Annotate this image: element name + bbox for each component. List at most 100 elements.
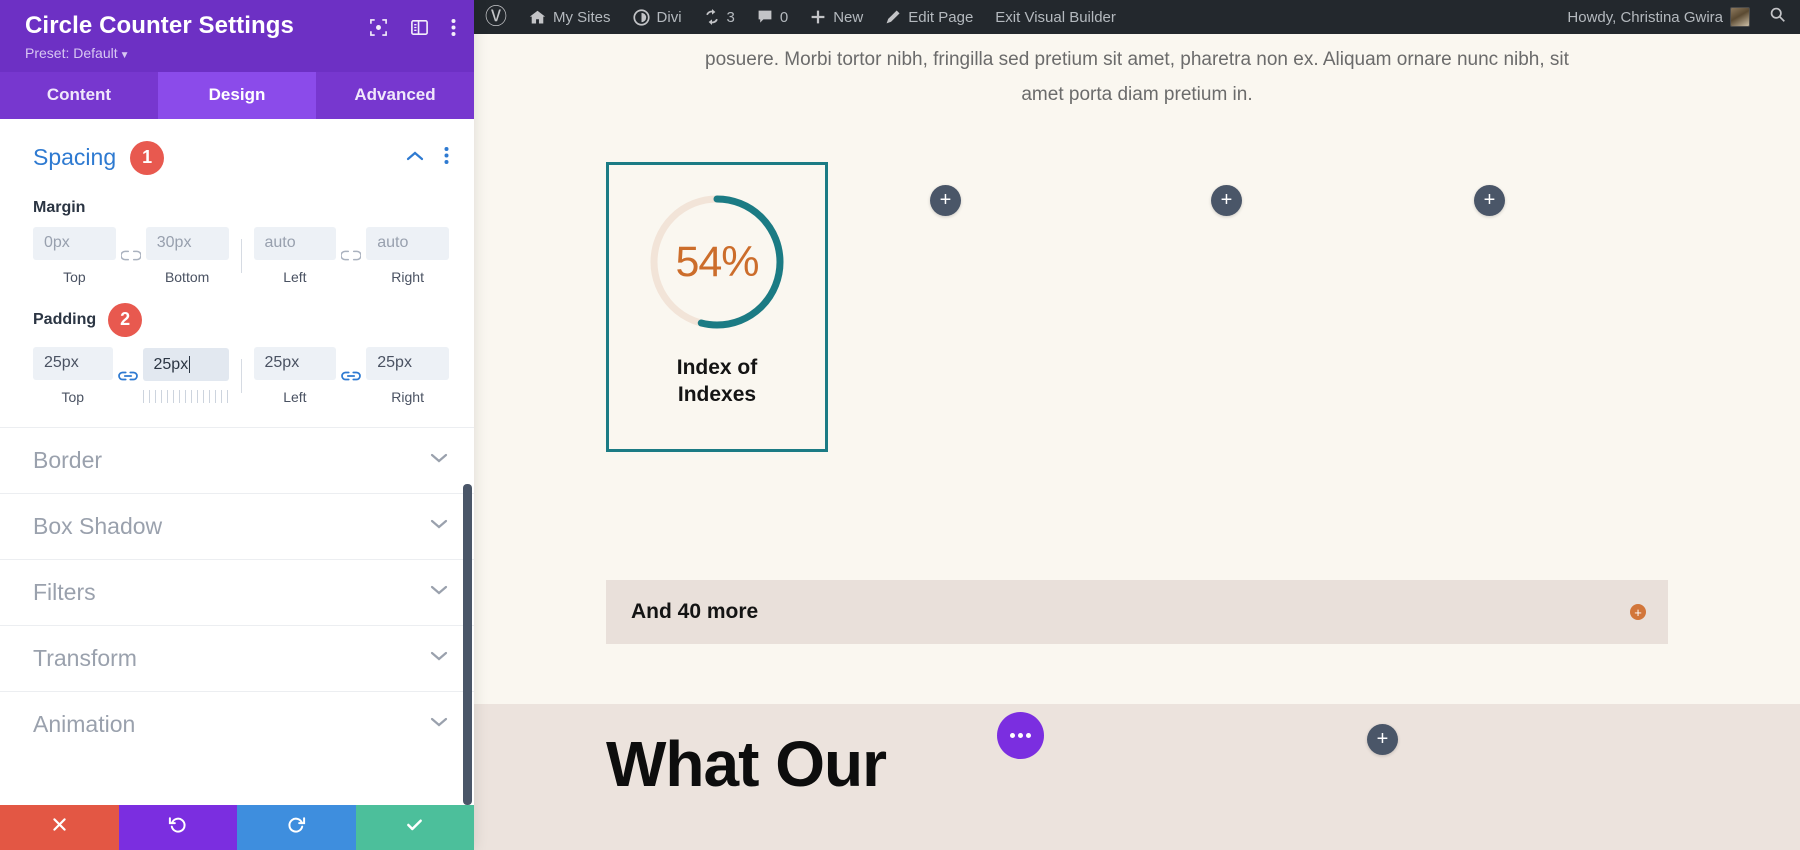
plus-icon: +	[1377, 729, 1389, 749]
save-button[interactable]	[356, 805, 475, 850]
chevron-down-icon: ▼	[120, 50, 130, 61]
and-more-plus-icon[interactable]: +	[1630, 604, 1646, 620]
add-module-button-2[interactable]: +	[1211, 185, 1242, 216]
add-module-button-3[interactable]: +	[1474, 185, 1505, 216]
adminbar-my-sites-label: My Sites	[553, 9, 611, 26]
undo-icon	[168, 815, 187, 840]
and-more-bar[interactable]: And 40 more +	[606, 580, 1668, 644]
spacing-section-header[interactable]: Spacing 1	[0, 119, 474, 185]
margin-top-label: Top	[63, 269, 86, 285]
adminbar-divi-label: Divi	[657, 9, 682, 26]
lower-section: What Our +	[474, 704, 1800, 850]
padding-left-label: Left	[283, 389, 306, 405]
tab-content[interactable]: Content	[0, 72, 158, 119]
section-box-shadow[interactable]: Box Shadow	[0, 493, 474, 559]
margin-left-right-link-broken-icon[interactable]	[336, 249, 366, 262]
adminbar-search-button[interactable]	[1761, 0, 1800, 34]
module-options-dots-button[interactable]	[997, 712, 1044, 759]
search-icon	[1769, 6, 1786, 28]
margin-top-input[interactable]: 0px	[33, 227, 116, 260]
module-settings-panel: Circle Counter Settings	[0, 0, 474, 850]
chevron-up-icon[interactable]	[405, 149, 425, 167]
adminbar-new[interactable]: New	[799, 0, 874, 34]
padding-left-input[interactable]: 25px	[254, 347, 337, 380]
panel-scrollbar[interactable]	[463, 484, 472, 805]
screen-root: posuere. Morbi tortor nibh, fringilla se…	[0, 0, 1800, 850]
more-vertical-icon[interactable]	[451, 18, 456, 37]
margin-bottom-input[interactable]: 30px	[146, 227, 229, 260]
margin-top-cell: 0px Top	[33, 227, 116, 285]
circle-counter-title-line1: Index of	[677, 355, 758, 382]
adminbar-divi[interactable]: Divi	[622, 0, 693, 34]
chevron-down-icon	[429, 649, 449, 667]
paragraph-line-1: posuere. Morbi tortor nibh, fringilla se…	[705, 49, 1569, 70]
sites-icon	[529, 9, 546, 26]
focus-target-icon[interactable]	[369, 18, 388, 37]
panel-tabs: Content Design Advanced	[0, 72, 474, 119]
adminbar-my-sites[interactable]: My Sites	[518, 0, 622, 34]
add-module-button-lower[interactable]: +	[1367, 724, 1398, 755]
panel-header: Circle Counter Settings	[0, 0, 474, 72]
adminbar-exit-visual-builder-label: Exit Visual Builder	[995, 9, 1116, 26]
margin-right-cell: auto Right	[366, 227, 449, 285]
paragraph-line-2: amet porta diam pretium in.	[474, 77, 1800, 112]
padding-field-group: Padding 2 25px Top	[0, 303, 474, 405]
circle-counter-module[interactable]: 54% Index of Indexes	[606, 162, 828, 452]
comment-bubble-icon	[757, 9, 773, 25]
margin-inputs: 0px Top 30px Bottom	[33, 227, 449, 285]
adminbar-wp-logo[interactable]: Ⓥ	[474, 0, 518, 34]
undo-button[interactable]	[119, 805, 238, 850]
divi-icon	[633, 9, 650, 26]
tab-advanced[interactable]: Advanced	[316, 72, 474, 119]
redo-icon	[287, 815, 306, 840]
adminbar-updates[interactable]: 3	[693, 0, 746, 34]
annotation-badge-2: 2	[108, 303, 142, 337]
circle-counter-title-line2: Indexes	[677, 382, 758, 409]
pencil-icon	[885, 9, 901, 25]
adminbar-comments[interactable]: 0	[746, 0, 799, 34]
redo-button[interactable]	[237, 805, 356, 850]
wp-admin-bar: Ⓥ My Sites Divi 3 0	[474, 0, 1800, 34]
adminbar-edit-page[interactable]: Edit Page	[874, 0, 984, 34]
padding-divider	[241, 359, 242, 393]
adminbar-comments-count: 0	[780, 9, 788, 26]
panel-preset-selector[interactable]: Preset: Default▼	[25, 45, 456, 61]
margin-right-input[interactable]: auto	[366, 227, 449, 260]
padding-left-right-link-connected-icon[interactable]	[336, 369, 366, 383]
annotation-badge-1: 1	[130, 141, 164, 175]
padding-bottom-slider-ticks[interactable]	[143, 390, 229, 403]
padding-top-bottom-link-connected-icon[interactable]	[113, 369, 143, 383]
padding-top-cell: 25px Top	[33, 347, 113, 405]
margin-top-bottom-link-broken-icon[interactable]	[116, 249, 146, 262]
adminbar-exit-visual-builder[interactable]: Exit Visual Builder	[984, 0, 1127, 34]
spacing-options-more-vertical-icon[interactable]	[444, 146, 449, 170]
adminbar-howdy[interactable]: Howdy, Christina Gwira	[1556, 0, 1761, 34]
layout-panel-icon[interactable]	[410, 18, 429, 37]
panel-body: Spacing 1	[0, 119, 474, 805]
padding-right-input[interactable]: 25px	[366, 347, 449, 380]
chevron-down-icon	[429, 517, 449, 535]
padding-top-input[interactable]: 25px	[33, 347, 113, 380]
section-transform[interactable]: Transform	[0, 625, 474, 691]
section-filters-label: Filters	[33, 579, 96, 606]
cancel-button[interactable]	[0, 805, 119, 850]
margin-right-label: Right	[391, 269, 424, 285]
add-module-button-1[interactable]: +	[930, 185, 961, 216]
padding-right-label: Right	[391, 389, 424, 405]
section-box-shadow-label: Box Shadow	[33, 513, 162, 540]
section-animation-label: Animation	[33, 711, 135, 738]
section-filters[interactable]: Filters	[0, 559, 474, 625]
section-border-label: Border	[33, 447, 102, 474]
padding-bottom-input[interactable]: 25px	[143, 348, 229, 381]
section-animation[interactable]: Animation	[0, 691, 474, 757]
margin-left-input[interactable]: auto	[254, 227, 337, 260]
margin-field-group: Margin 0px Top	[0, 199, 474, 285]
padding-left-cell: 25px Left	[254, 347, 337, 405]
spacing-section: Spacing 1	[0, 119, 474, 405]
adminbar-howdy-label: Howdy, Christina Gwira	[1567, 9, 1723, 26]
text-caret	[189, 356, 190, 373]
tab-design[interactable]: Design	[158, 72, 316, 119]
panel-footer	[0, 805, 474, 850]
section-border[interactable]: Border	[0, 427, 474, 493]
padding-top-label: Top	[61, 389, 84, 405]
